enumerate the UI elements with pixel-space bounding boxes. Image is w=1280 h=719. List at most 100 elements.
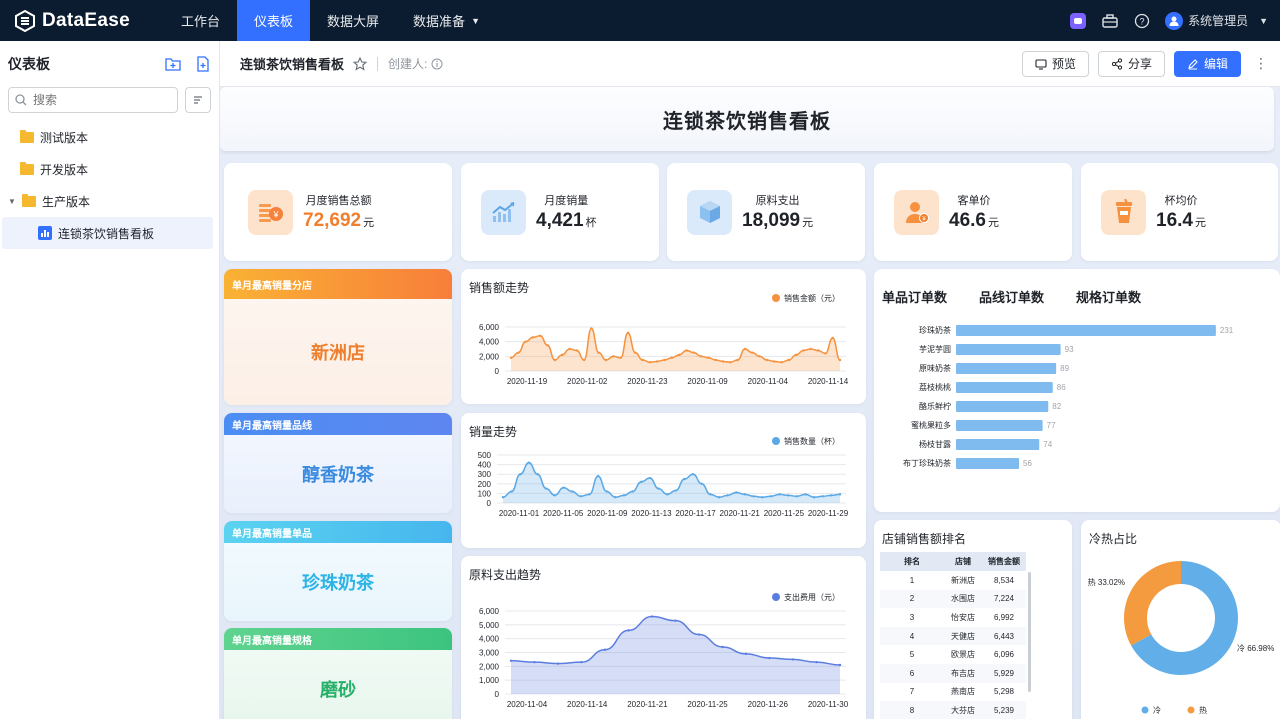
edit-button[interactable]: 编辑 <box>1173 50 1241 77</box>
nav-data-prep[interactable]: 数据准备 ▼ <box>396 0 497 41</box>
tree-folder-dev[interactable]: 开发版本 <box>0 153 219 185</box>
more-icon[interactable]: ⋮ <box>1254 55 1268 72</box>
volume-trend-chart[interactable]: 销量走势 500 400 300 200 100 0 2020-11-01 2020-11-0… <box>461 413 866 548</box>
data-point <box>794 353 798 357</box>
x-tick-label: 2020-11-23 <box>627 377 668 386</box>
data-point <box>744 652 748 656</box>
kpi-label: 杯均价 <box>1164 195 1198 207</box>
preview-button[interactable]: 预览 <box>1021 50 1089 77</box>
tree-folder-test[interactable]: 测试版本 <box>0 121 219 153</box>
tag-card-header: 单月最高销量单品 <box>224 521 452 543</box>
data-point <box>648 476 652 480</box>
bar <box>956 325 1216 336</box>
table-header-cell[interactable]: 销售金额 <box>982 552 1026 571</box>
data-point <box>604 358 608 362</box>
tree-item-tea-dashboard[interactable]: 连锁茶饮销售看板 <box>2 217 213 249</box>
y-tick-label: 1,000 <box>479 676 500 685</box>
main-nav: 工作台 仪表板 数据大屏 数据准备 ▼ <box>164 0 497 41</box>
chart-svg: 6,000 5,000 4,000 3,000 2,000 1,000 0 2020-11-0… <box>479 592 849 709</box>
table-row[interactable]: 1 新洲店 8,534 <box>880 571 1026 590</box>
data-point <box>699 355 703 358</box>
y-tick-label: 0 <box>495 690 500 699</box>
sales-trend-chart[interactable]: 销售额走势 6,000 4,000 2,000 0 2020-11-19 2020-11-… <box>461 269 866 404</box>
data-point <box>691 473 695 476</box>
kpi-card-cup-price[interactable]: 杯均价 16.4 元 <box>1081 163 1278 261</box>
data-point <box>717 496 721 499</box>
ai-assistant-icon[interactable] <box>1069 12 1087 30</box>
table-row[interactable]: 6 布吉店 5,929 <box>880 663 1026 683</box>
sort-button[interactable] <box>185 87 211 113</box>
tag-card-top-spec[interactable]: 单月最高销量规格 磨砂 <box>224 628 452 719</box>
kpi-card-sales[interactable]: ¥ 月度销售总额 72,692 元 <box>224 163 452 261</box>
legend-label: 销售金额（元） <box>784 293 840 303</box>
data-point <box>501 496 505 499</box>
table-cell: 5,298 <box>993 687 1015 697</box>
kpi-label: 月度销售总额 <box>305 195 372 207</box>
kpi-unit: 杯 <box>585 217 597 229</box>
bar <box>956 420 1043 431</box>
caret-down-icon[interactable]: ▼ <box>8 197 16 206</box>
kpi-value: 46.6 <box>949 210 986 231</box>
dashboard-title-banner: 连锁茶饮销售看板 <box>220 87 1274 151</box>
x-tick-label: 2020-11-17 <box>675 509 716 518</box>
data-point <box>736 358 739 362</box>
store-rank-table: 排名 店铺 销售金额 1 新洲店 8,534 2 水围店 7,224 3 怡安店 6,992 4 天健店… <box>880 552 1026 719</box>
search-input[interactable] <box>8 87 178 113</box>
y-tick-label: 100 <box>478 489 492 498</box>
table-row[interactable]: 2 水围店 7,224 <box>880 589 1026 609</box>
kpi-card-volume[interactable]: 月度销量 4,421 杯 <box>461 163 659 261</box>
user-menu[interactable]: 系统管理员 ▼ <box>1165 11 1268 30</box>
table-row[interactable]: 3 怡安店 6,992 <box>880 608 1026 627</box>
svg-text:?: ? <box>1140 16 1145 26</box>
star-icon[interactable] <box>353 56 368 71</box>
table-cell: 欧景店 <box>951 650 975 660</box>
nav-dashboard[interactable]: 仪表板 <box>237 0 311 41</box>
tag-card-top-line[interactable]: 单月最高销量品线 醇香奶茶 <box>224 413 452 513</box>
data-point <box>697 633 701 636</box>
app-logo[interactable]: DataEase <box>14 9 164 32</box>
data-point <box>531 336 535 339</box>
info-icon[interactable] <box>431 58 443 70</box>
table-row[interactable]: 8 大芬店 5,239 <box>880 701 1026 719</box>
kpi-card-customer-price[interactable]: ¥ 客单价 46.6 元 <box>874 163 1072 261</box>
share-button[interactable]: 分享 <box>1097 50 1165 77</box>
bar-value-label: 231 <box>1220 326 1234 335</box>
monitor-icon <box>1035 58 1047 70</box>
dashboard-header: 连锁茶饮销售看板 创建人: 预览 分享 编辑 ⋮ <box>220 41 1280 87</box>
tag-card-top-store[interactable]: 单月最高销量分店 新洲店 <box>224 269 452 405</box>
tag-card-header: 单月最高销量分店 <box>224 269 452 299</box>
hot-cold-pie-chart[interactable]: 冷热占比 冷 66.98% 热 33.02% 冷热 <box>1081 520 1280 719</box>
kpi-card-material[interactable]: 原料支出 18,099 元 <box>667 163 865 261</box>
data-point <box>622 494 626 497</box>
x-tick-label: 2020-11-25 <box>764 509 805 518</box>
x-tick-label: 2020-11-21 <box>720 509 761 518</box>
table-row[interactable]: 4 天健店 6,443 <box>880 626 1026 646</box>
scrollbar[interactable] <box>1028 572 1031 692</box>
data-point <box>677 353 681 357</box>
material-cost-chart[interactable]: 原料支出趋势 6,000 5,000 4,000 3,000 2,000 1,000 0 20… <box>461 556 866 719</box>
dashboard-icon <box>38 226 52 240</box>
toolbox-icon[interactable] <box>1101 12 1119 30</box>
orders-bar-chart[interactable]: 单品订单数 品线订单数 规格订单数 珍珠奶茶 231 芋泥芋圆 93 原味奶茶 89 荔枝桃… <box>874 269 1280 512</box>
new-dashboard-icon[interactable] <box>195 56 211 72</box>
bar-value-label: 77 <box>1047 421 1056 430</box>
nav-workbench[interactable]: 工作台 <box>164 0 237 41</box>
sidebar-title: 仪表板 <box>8 56 50 72</box>
data-point <box>590 327 593 330</box>
table-header-cell[interactable]: 排名 <box>880 552 944 571</box>
table-header-cell[interactable]: 店铺 <box>944 552 982 571</box>
tag-card-top-product[interactable]: 单月最高销量单品 珍珠奶茶 <box>224 521 452 621</box>
data-point <box>640 480 643 484</box>
data-point <box>663 358 666 362</box>
nav-data-screen[interactable]: 数据大屏 <box>310 0 396 41</box>
table-row[interactable]: 5 欧景店 6,096 <box>880 645 1026 664</box>
search-field[interactable] <box>33 93 153 107</box>
data-point <box>670 356 674 359</box>
help-icon[interactable]: ? <box>1133 12 1151 30</box>
new-folder-icon[interactable] <box>165 56 181 72</box>
data-point <box>838 493 842 496</box>
data-point <box>545 487 548 490</box>
tree-folder-prod[interactable]: ▼ 生产版本 <box>0 185 219 217</box>
data-point <box>627 629 630 632</box>
table-row[interactable]: 7 燕南店 5,298 <box>880 683 1026 702</box>
